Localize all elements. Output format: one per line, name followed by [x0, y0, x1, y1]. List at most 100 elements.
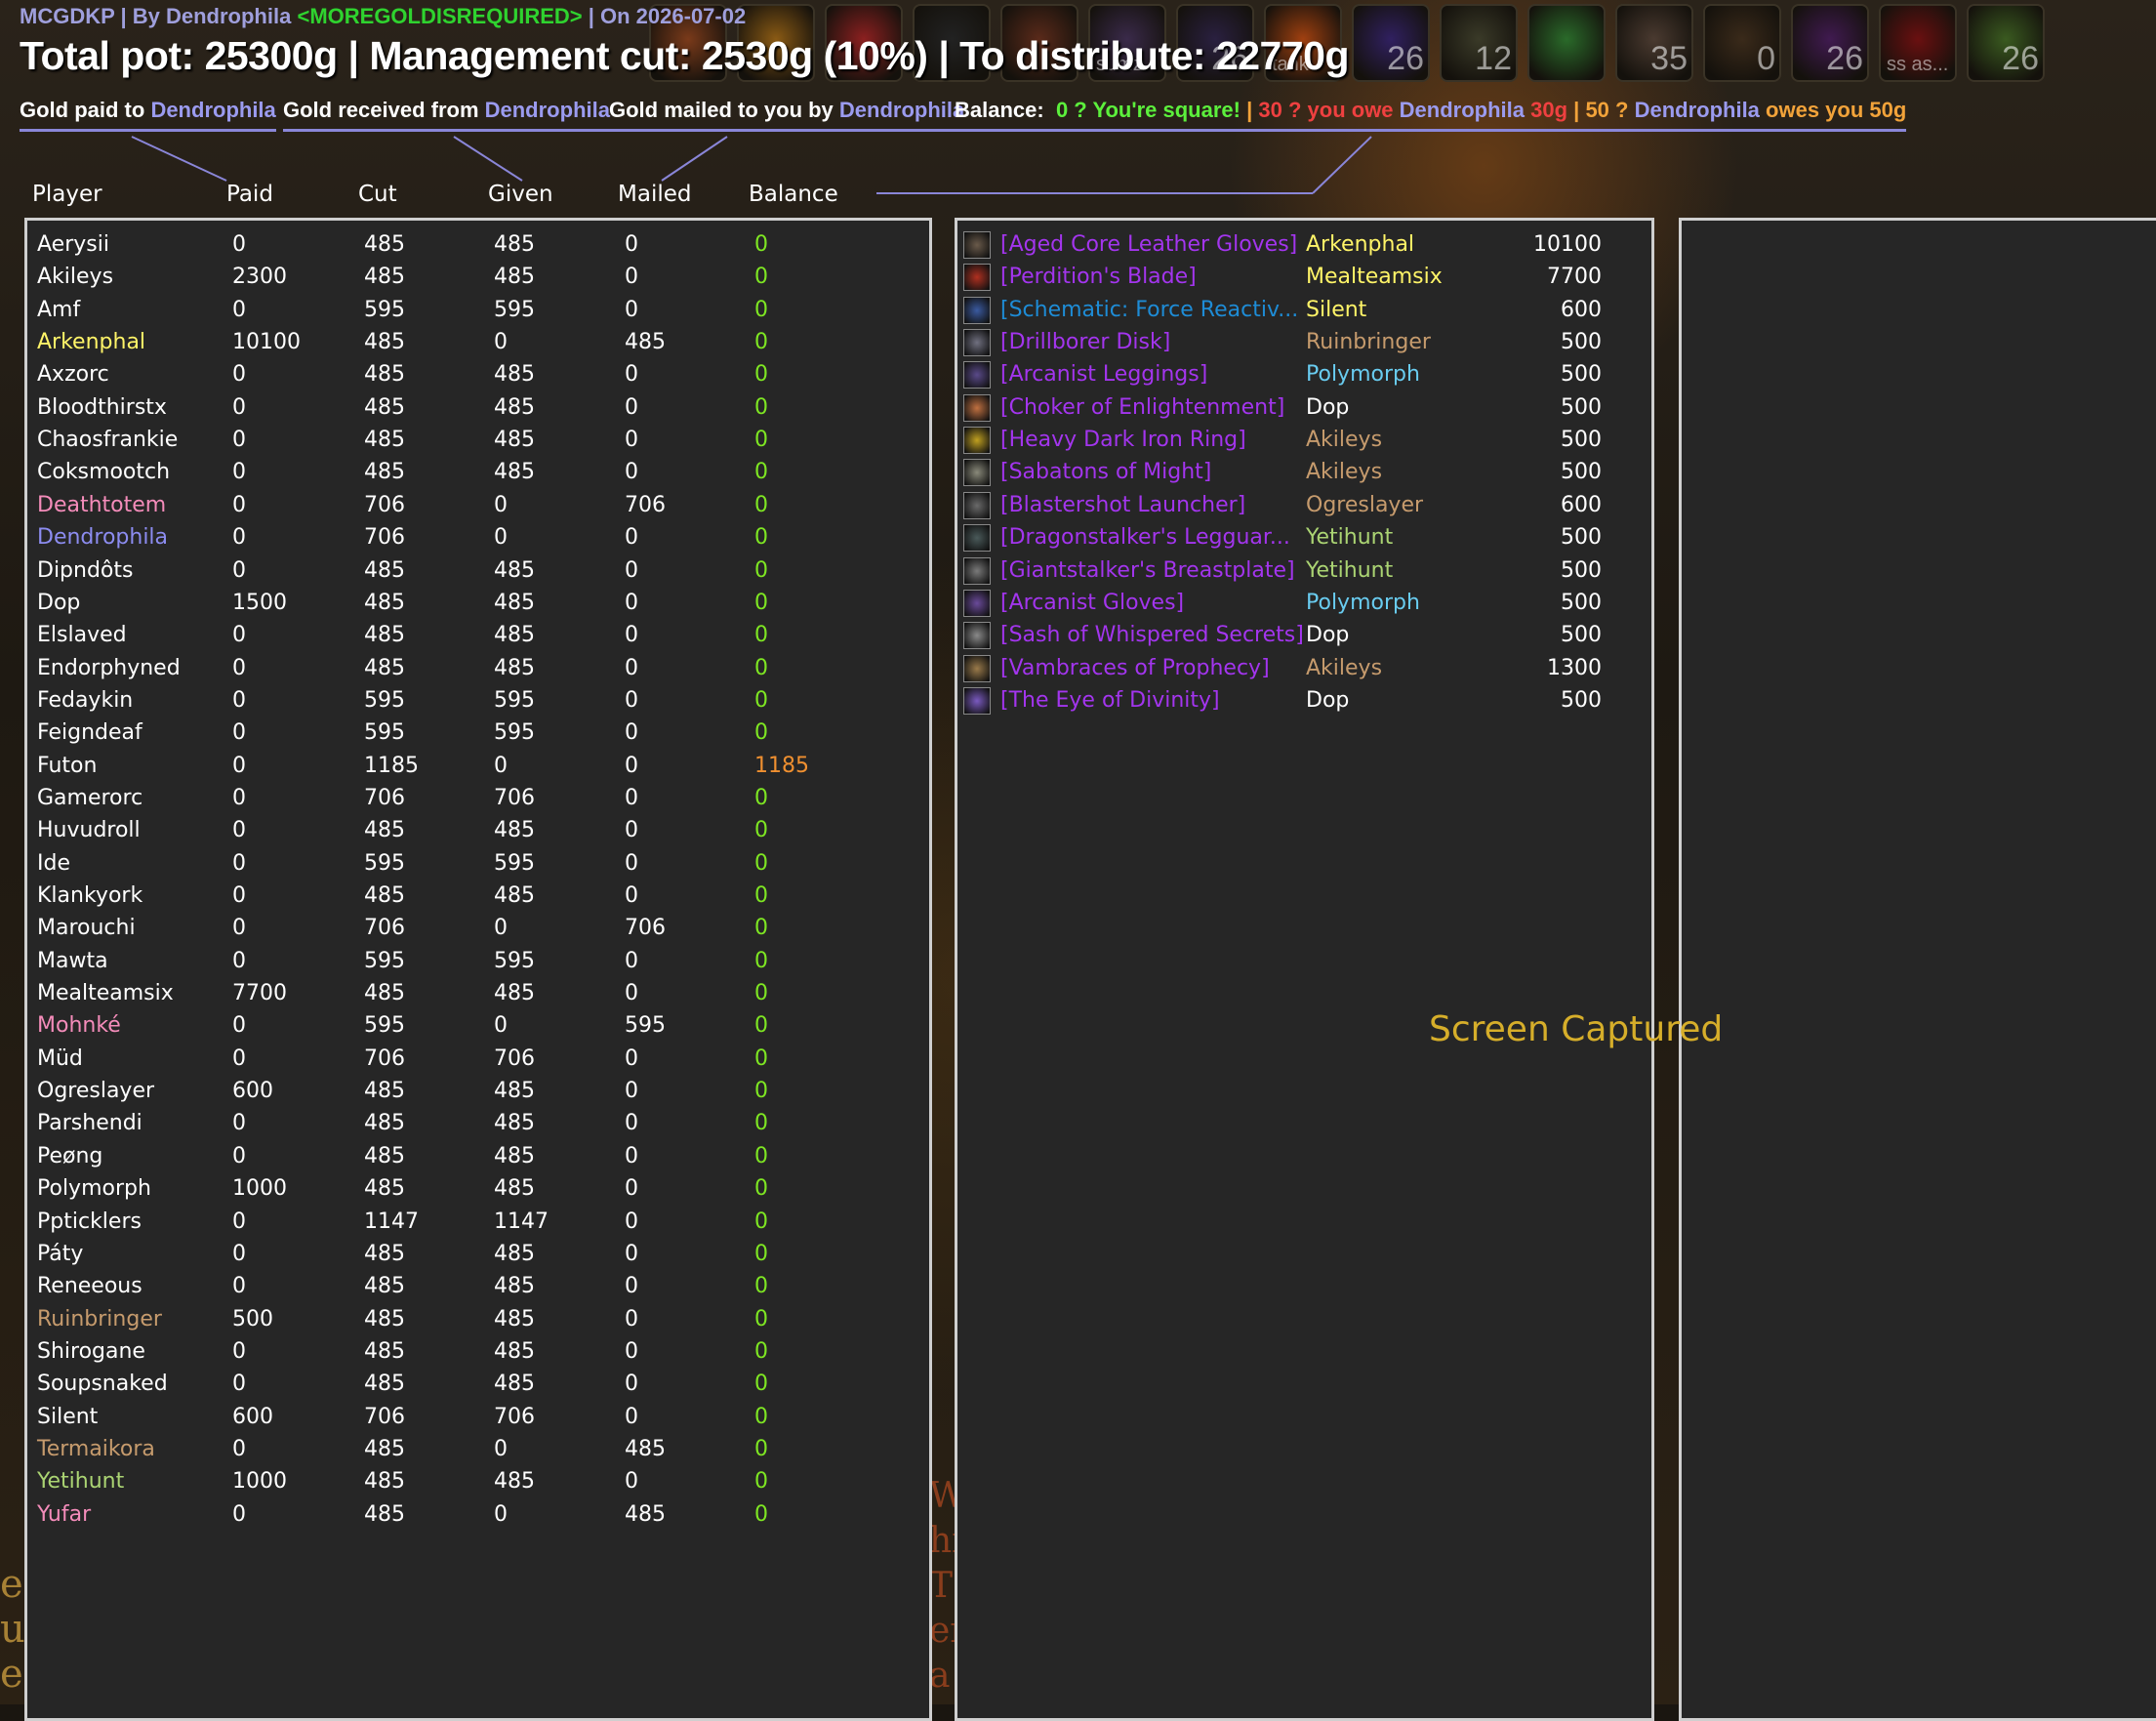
- table-row[interactable]: Axzorc 0 485 485 0 0: [27, 358, 906, 390]
- list-item[interactable]: [Drillborer Disk] Ruinbringer 500: [957, 326, 1641, 358]
- player-cut-cell: 485: [364, 1176, 405, 1202]
- table-row[interactable]: Feigndeaf 0 595 595 0 0: [27, 717, 906, 749]
- player-balance-cell: 0: [754, 850, 768, 876]
- player-given-cell: 0: [494, 1013, 508, 1039]
- player-given-cell: 485: [494, 460, 535, 485]
- list-item[interactable]: [Arcanist Gloves] Polymorph 500: [957, 587, 1641, 619]
- item-link[interactable]: [Sash of Whispered Secrets]: [1000, 619, 1304, 651]
- table-row[interactable]: Müd 0 706 706 0 0: [27, 1043, 906, 1075]
- player-given-cell: 485: [494, 590, 535, 615]
- list-item[interactable]: [Arcanist Leggings] Polymorph 500: [957, 358, 1641, 390]
- list-item[interactable]: [Aged Core Leather Gloves] Arkenphal 10100: [957, 228, 1641, 261]
- table-row[interactable]: Parshendi 0 485 485 0 0: [27, 1107, 906, 1139]
- table-row[interactable]: Mawta 0 595 595 0 0: [27, 945, 906, 977]
- item-link[interactable]: [Vambraces of Prophecy]: [1000, 652, 1270, 684]
- table-row[interactable]: Ruinbringer 500 485 485 0 0: [27, 1303, 906, 1335]
- item-link[interactable]: [Arcanist Gloves]: [1000, 587, 1184, 619]
- player-paid-cell: 0: [232, 525, 246, 551]
- table-row[interactable]: Deathtotem 0 706 0 706 0: [27, 489, 906, 521]
- table-row[interactable]: Peøng 0 485 485 0 0: [27, 1140, 906, 1172]
- table-row[interactable]: Akileys 2300 485 485 0 0: [27, 261, 906, 293]
- table-row[interactable]: Dipndôts 0 485 485 0 0: [27, 554, 906, 587]
- table-row[interactable]: Mealteamsix 7700 485 485 0 0: [27, 977, 906, 1009]
- table-row[interactable]: Chaosfrankie 0 485 485 0 0: [27, 424, 906, 456]
- item-link[interactable]: [Heavy Dark Iron Ring]: [1000, 424, 1246, 456]
- player-mailed-cell: 0: [625, 232, 638, 257]
- table-row[interactable]: Dendrophila 0 706 0 0 0: [27, 521, 906, 553]
- item-link[interactable]: [Schematic: Force Reactiv...: [1000, 294, 1298, 326]
- table-row[interactable]: Yetihunt 1000 485 485 0 0: [27, 1465, 906, 1497]
- player-mailed-cell: 0: [625, 623, 638, 648]
- player-balance-table[interactable]: Aerysii 0 485 485 0 0 Akileys 2300 485 485 0 0 Amf 0 5…: [24, 218, 932, 1721]
- list-item[interactable]: [Schematic: Force Reactiv... Silent 600: [957, 294, 1641, 326]
- player-cut-cell: 706: [364, 492, 405, 517]
- item-link[interactable]: [Choker of Enlightenment]: [1000, 391, 1284, 424]
- list-item[interactable]: [Choker of Enlightenment] Dop 500: [957, 391, 1641, 424]
- winner-name: Polymorph: [1306, 362, 1420, 388]
- table-row[interactable]: Ide 0 595 595 0 0: [27, 847, 906, 880]
- list-item[interactable]: [Blastershot Launcher] Ogreslayer 600: [957, 489, 1641, 521]
- player-cut-cell: 485: [364, 330, 405, 355]
- table-row[interactable]: Bloodthirstx 0 485 485 0 0: [27, 391, 906, 424]
- item-link[interactable]: [Giantstalker's Breastplate]: [1000, 554, 1295, 587]
- item-link[interactable]: [Perdition's Blade]: [1000, 261, 1197, 293]
- player-name-cell: Shirogane: [37, 1338, 145, 1364]
- table-row[interactable]: Elslaved 0 485 485 0 0: [27, 619, 906, 651]
- table-row[interactable]: Dop 1500 485 485 0 0: [27, 587, 906, 619]
- item-icon: [963, 589, 991, 617]
- player-name-cell: Chaosfrankie: [37, 428, 179, 453]
- table-row[interactable]: Polymorph 1000 485 485 0 0: [27, 1172, 906, 1205]
- table-row[interactable]: Soupsnaked 0 485 485 0 0: [27, 1368, 906, 1400]
- table-row[interactable]: Yufar 0 485 0 485 0: [27, 1498, 906, 1531]
- table-row[interactable]: Aerysii 0 485 485 0 0: [27, 228, 906, 261]
- item-link[interactable]: [Aged Core Leather Gloves]: [1000, 228, 1297, 261]
- player-mailed-cell: 0: [625, 1143, 638, 1168]
- list-item[interactable]: [Vambraces of Prophecy] Akileys 1300: [957, 652, 1641, 684]
- player-mailed-cell: 0: [625, 1469, 638, 1495]
- table-row[interactable]: Termaikora 0 485 0 485 0: [27, 1433, 906, 1465]
- list-item[interactable]: [Dragonstalker's Legguar... Yetihunt 500: [957, 521, 1641, 553]
- player-paid-cell: 600: [232, 1404, 273, 1429]
- player-paid-cell: 0: [232, 1372, 246, 1397]
- table-row[interactable]: Fedaykin 0 595 595 0 0: [27, 684, 906, 717]
- table-row[interactable]: Klankyork 0 485 485 0 0: [27, 880, 906, 912]
- table-row[interactable]: Ogreslayer 600 485 485 0 0: [27, 1075, 906, 1107]
- list-item[interactable]: [Sabatons of Might] Akileys 500: [957, 456, 1641, 488]
- item-link[interactable]: [Dragonstalker's Legguar...: [1000, 521, 1290, 553]
- player-cut-cell: 485: [364, 981, 405, 1006]
- item-link[interactable]: [Arcanist Leggings]: [1000, 358, 1207, 390]
- loot-list-panel[interactable]: [Aged Core Leather Gloves] Arkenphal 10100…: [955, 218, 1654, 1721]
- player-paid-cell: 0: [232, 394, 246, 420]
- table-row[interactable]: Gamerorc 0 706 706 0 0: [27, 782, 906, 814]
- table-row[interactable]: Futon 0 1185 0 0 1185: [27, 750, 906, 782]
- list-item[interactable]: [Perdition's Blade] Mealteamsix 7700: [957, 261, 1641, 293]
- table-row[interactable]: Amf 0 595 595 0 0: [27, 294, 906, 326]
- player-cut-cell: 595: [364, 687, 405, 713]
- item-link[interactable]: [Blastershot Launcher]: [1000, 489, 1245, 521]
- table-row[interactable]: Mohnké 0 595 0 595 0: [27, 1009, 906, 1042]
- player-mailed-cell: 595: [625, 1013, 666, 1039]
- table-row[interactable]: Arkenphal 10100 485 0 485 0: [27, 326, 906, 358]
- table-row[interactable]: Páty 0 485 485 0 0: [27, 1238, 906, 1270]
- list-item[interactable]: [Sash of Whispered Secrets] Dop 500: [957, 619, 1641, 651]
- list-item[interactable]: [The Eye of Divinity] Dop 500: [957, 684, 1641, 717]
- table-row[interactable]: Silent 600 706 706 0 0: [27, 1401, 906, 1433]
- list-item[interactable]: [Giantstalker's Breastplate] Yetihunt 500: [957, 554, 1641, 587]
- item-link[interactable]: [The Eye of Divinity]: [1000, 684, 1220, 717]
- item-link[interactable]: [Drillborer Disk]: [1000, 326, 1170, 358]
- player-given-cell: 706: [494, 1045, 535, 1071]
- table-row[interactable]: Marouchi 0 706 0 706 0: [27, 912, 906, 944]
- player-mailed-cell: 0: [625, 1079, 638, 1104]
- table-row[interactable]: Reneeous 0 485 485 0 0: [27, 1270, 906, 1302]
- list-item[interactable]: [Heavy Dark Iron Ring] Akileys 500: [957, 424, 1641, 456]
- player-cut-cell: 706: [364, 785, 405, 810]
- item-link[interactable]: [Sabatons of Might]: [1000, 456, 1211, 488]
- table-row[interactable]: Huvudroll 0 485 485 0 0: [27, 814, 906, 846]
- player-cut-cell: 485: [364, 1436, 405, 1461]
- table-row[interactable]: Endorphyned 0 485 485 0 0: [27, 652, 906, 684]
- table-row[interactable]: Shirogane 0 485 485 0 0: [27, 1335, 906, 1368]
- item-icon: [963, 686, 991, 715]
- table-row[interactable]: Ppticklers 0 1147 1147 0 0: [27, 1206, 906, 1238]
- item-price: 500: [1561, 525, 1602, 551]
- table-row[interactable]: Coksmootch 0 485 485 0 0: [27, 456, 906, 488]
